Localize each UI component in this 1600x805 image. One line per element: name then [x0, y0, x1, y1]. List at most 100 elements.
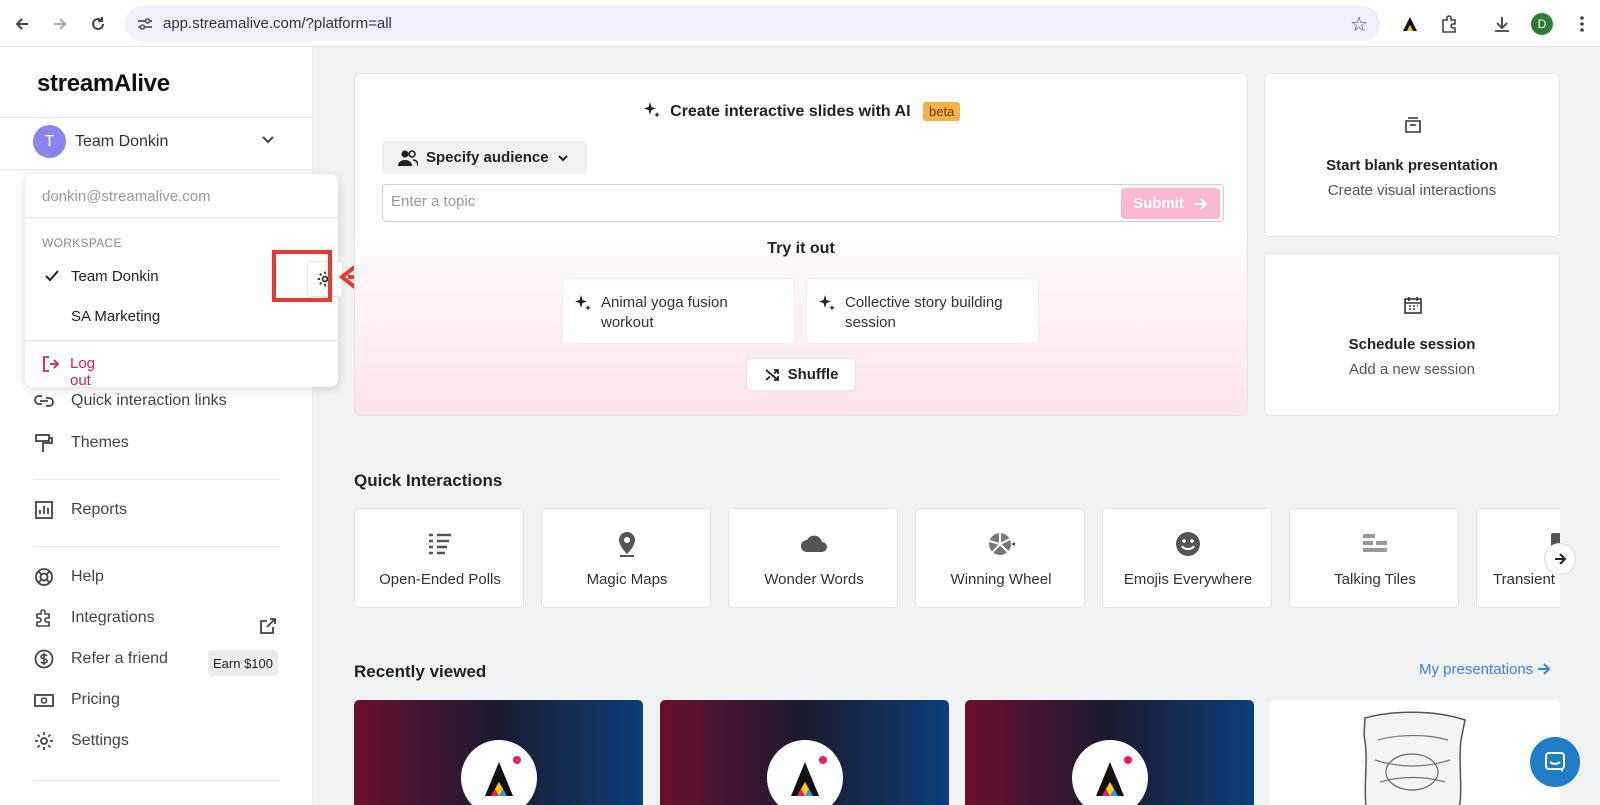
workspace-section-label: WORKSPACE — [42, 236, 122, 250]
cloud-icon — [801, 535, 827, 552]
sidebar-item-themes[interactable]: Themes — [33, 429, 283, 457]
link-icon — [34, 395, 54, 407]
address-bar[interactable]: app.streamalive.com/?platform=all ☆ — [125, 6, 1380, 41]
chevron-down-icon — [557, 154, 568, 161]
divider — [25, 217, 338, 218]
card-subtitle: Create visual interactions — [1327, 182, 1497, 199]
site-settings-icon[interactable] — [135, 14, 155, 34]
sidebar-item-quick-interaction-links[interactable]: Quick interaction links — [33, 387, 283, 415]
quick-interaction-label: Talking Tiles — [1334, 571, 1416, 588]
recent-presentation-thumbnail[interactable] — [965, 700, 1254, 805]
topic-input[interactable] — [391, 193, 1091, 210]
recent-presentation-thumbnail[interactable] — [1270, 700, 1560, 805]
start-blank-presentation-card[interactable]: Start blank presentation Create visual i… — [1264, 73, 1560, 237]
sparkle-icon — [643, 102, 660, 118]
suggestion-card[interactable]: Animal yoga fusion workout — [562, 278, 795, 344]
checkmark-icon — [45, 270, 59, 282]
team-name: Team Donkin — [75, 133, 169, 150]
workspace-item-team-donkin[interactable]: Team Donkin — [71, 268, 159, 285]
quick-interaction-label: Magic Maps — [586, 571, 668, 588]
card-subtitle: Add a new session — [1349, 361, 1475, 378]
back-icon[interactable] — [9, 11, 35, 37]
map-pin-icon — [619, 532, 635, 557]
arrow-right-icon — [1193, 197, 1208, 210]
quick-interaction-label: Transient — [1493, 571, 1555, 588]
browser-toolbar: app.streamalive.com/?platform=all ☆ D — [0, 0, 1600, 47]
submit-button[interactable]: Submit — [1121, 188, 1220, 219]
tiles-icon — [1363, 534, 1387, 552]
my-presentations-label: My presentations — [1419, 661, 1534, 678]
sidebar-item-label: Help — [71, 568, 104, 585]
quick-interaction-wonder-words[interactable]: Wonder Words — [728, 508, 898, 608]
topic-field[interactable]: Submit — [382, 184, 1224, 222]
quick-interaction-label: Wonder Words — [764, 571, 864, 588]
shuffle-label: Shuffle — [787, 366, 839, 383]
card-title: Start blank presentation — [1326, 157, 1498, 174]
team-switcher[interactable]: T Team Donkin — [33, 125, 278, 159]
suggestion-label: Collective story building session — [845, 294, 1003, 331]
quick-interaction-talking-tiles[interactable]: Talking Tiles — [1289, 508, 1459, 608]
carousel-next-button[interactable] — [1544, 543, 1576, 575]
logout-icon — [43, 356, 60, 372]
streamalive-logo-icon — [1072, 740, 1148, 805]
quick-interaction-emojis-everywhere[interactable]: Emojis Everywhere — [1102, 508, 1272, 608]
sidebar-item-label: Reports — [71, 501, 128, 518]
card-title: Schedule session — [1348, 336, 1476, 353]
logout-label: Log out — [70, 355, 96, 389]
sidebar-item-label: Settings — [71, 732, 129, 749]
divider — [33, 546, 280, 547]
extensions-puzzle-icon[interactable] — [1437, 12, 1461, 36]
smiley-icon — [1176, 532, 1200, 556]
suggestion-card[interactable]: Collective story building session — [806, 278, 1039, 344]
specify-audience-button[interactable]: Specify audience — [382, 141, 587, 174]
quick-interaction-magic-maps[interactable]: Magic Maps — [541, 508, 711, 608]
dollar-icon — [34, 649, 54, 669]
quick-interaction-label: Emojis Everywhere — [1123, 571, 1253, 588]
divider — [25, 340, 338, 341]
streamalive-logo[interactable]: streamAlive — [37, 70, 170, 98]
url-text[interactable]: app.streamalive.com/?platform=all — [163, 15, 392, 32]
paint-roller-icon — [35, 434, 53, 452]
streamalive-extension-icon[interactable] — [1398, 12, 1422, 36]
sidebar-item-pricing[interactable]: Pricing — [33, 686, 283, 714]
ai-card-title: Create interactive slides with AI beta — [355, 100, 1247, 121]
puzzle-icon — [36, 609, 50, 627]
quick-interaction-label: Open-Ended Polls — [379, 571, 501, 588]
suggestion-label: Animal yoga fusion workout — [601, 294, 728, 331]
shuffle-button[interactable]: Shuffle — [746, 358, 856, 391]
beta-badge: beta — [922, 102, 961, 121]
quick-interaction-open-ended-polls[interactable]: Open-Ended Polls — [354, 508, 524, 608]
profile-avatar[interactable]: D — [1531, 13, 1553, 35]
workspace-item-sa-marketing[interactable]: SA Marketing — [71, 308, 160, 325]
sidebar-item-help[interactable]: Help — [33, 563, 283, 591]
forward-icon[interactable] — [47, 11, 73, 37]
submit-label: Submit — [1133, 195, 1184, 212]
calendar-icon — [1404, 297, 1422, 314]
try-it-out-label: Try it out — [767, 240, 835, 257]
highlight-box — [272, 250, 332, 302]
sidebar-item-settings[interactable]: Settings — [33, 727, 283, 755]
gear-icon — [35, 732, 53, 750]
earn-badge: Earn $100 — [208, 650, 278, 676]
recent-presentation-thumbnail[interactable] — [660, 700, 949, 805]
quick-interaction-winning-wheel[interactable]: Winning Wheel — [915, 508, 1085, 608]
reload-icon[interactable] — [85, 11, 111, 37]
sidebar-item-integrations[interactable]: Integrations — [33, 604, 283, 632]
chat-support-button[interactable] — [1530, 737, 1580, 787]
my-presentations-link[interactable]: My presentations — [1419, 661, 1551, 678]
specify-audience-label: Specify audience — [426, 149, 549, 166]
download-icon[interactable] — [1490, 12, 1514, 36]
sidebar-item-reports[interactable]: Reports — [33, 496, 283, 524]
schedule-session-card[interactable]: Schedule session Add a new session — [1264, 253, 1560, 416]
ai-slides-card: Create interactive slides with AI beta S… — [354, 73, 1248, 416]
recent-presentation-thumbnail[interactable] — [354, 700, 643, 805]
divider — [33, 780, 280, 781]
more-menu-icon[interactable] — [1570, 12, 1594, 36]
arrow-right-icon — [1538, 663, 1551, 675]
divider — [33, 479, 280, 480]
bookmark-star-icon[interactable]: ☆ — [1350, 12, 1368, 37]
users-icon — [398, 149, 418, 166]
arrow-right-icon — [1555, 553, 1567, 565]
quick-interactions-carousel: Open-Ended Polls Magic Maps Wonder Words… — [354, 508, 1560, 610]
sidebar-item-label: Pricing — [71, 691, 120, 708]
